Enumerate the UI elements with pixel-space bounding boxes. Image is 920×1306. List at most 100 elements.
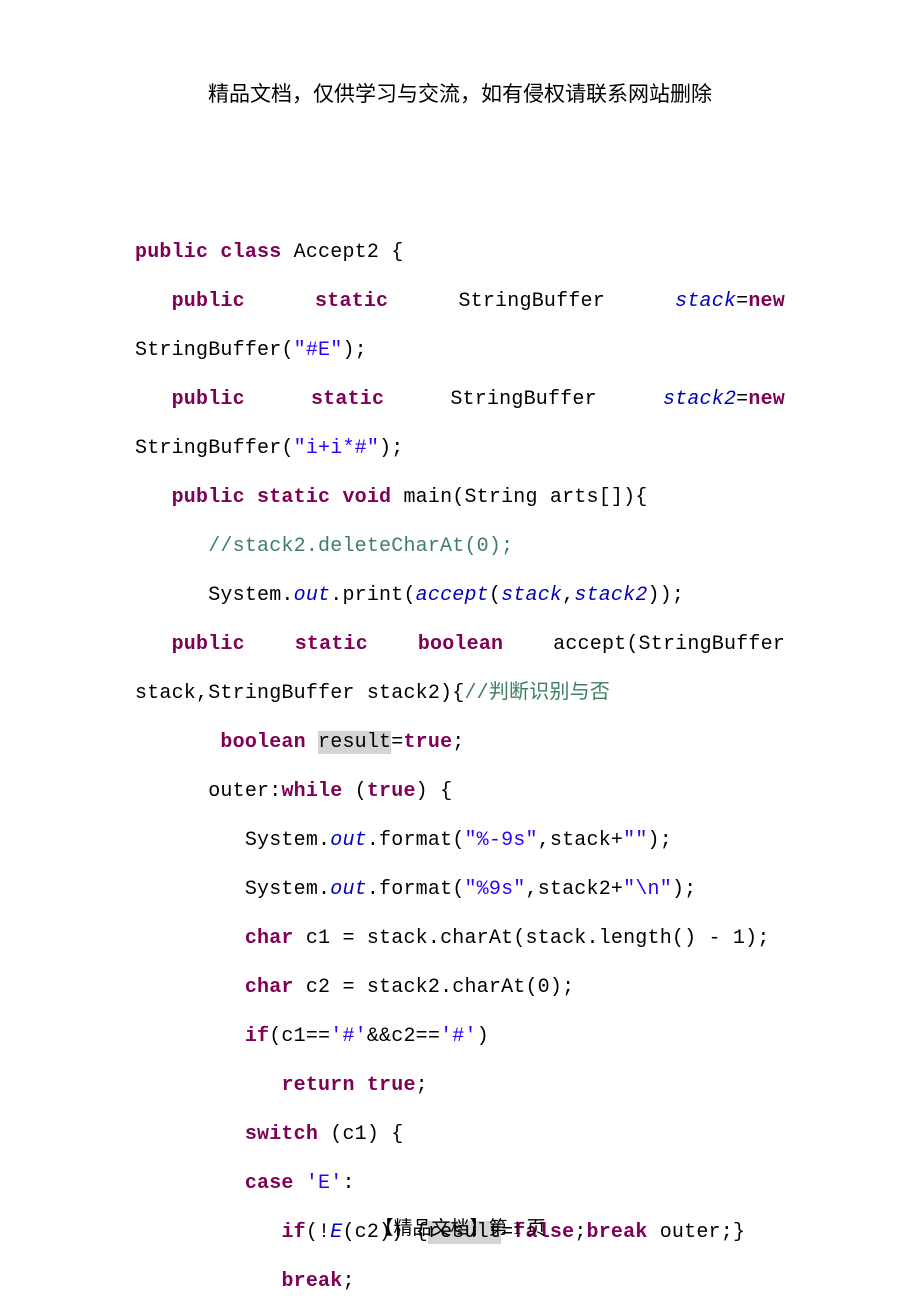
code-line: outer:while (true) { [135,767,785,816]
code-text: ,stack2+ [526,878,624,901]
code-line: public static void main(String arts[]){ [135,473,785,522]
code-text: accept(StringBuffer [553,620,785,669]
code-text: ); [648,829,672,852]
code-line: StringBuffer("#E"); [135,326,785,375]
code-line: break; [135,1257,785,1306]
keyword: boolean [220,731,305,754]
code-line: StringBuffer("i+i*#"); [135,424,785,473]
keyword: void [342,486,391,509]
code-text: ,stack+ [538,829,623,852]
string-literal: "#E" [294,339,343,362]
code-line: switch (c1) { [135,1110,785,1159]
code-text: (c1) { [318,1123,403,1146]
indent [135,486,172,509]
code-text: = [736,290,748,313]
code-text: ; [452,731,464,754]
code-text: ); [379,437,403,460]
code-text: System. [245,878,330,901]
string-literal: "%9s" [464,878,525,901]
code-text: ( [489,584,501,607]
code-text [330,486,342,509]
code-text: ) { [416,780,453,803]
code-line: publicstaticbooleanaccept(StringBuffer [135,620,785,669]
code-text: )); [648,584,685,607]
code-text: System. [245,829,330,852]
code-text: outer: [208,780,281,803]
keyword: char [245,976,294,999]
code-line: publicstaticStringBufferstack2=new [135,375,785,424]
keyword: static [311,375,384,424]
indent [135,780,208,803]
field-ref: stack [501,584,562,607]
code-line: publicstaticStringBufferstack=new [135,277,785,326]
code-text: stack,StringBuffer stack2){ [135,682,464,705]
string-literal: "\n" [623,878,672,901]
keyword: public [135,241,208,264]
page-header: 精品文档，仅供学习与交流，如有侵权请联系网站删除 [0,0,920,108]
string-literal: "i+i*#" [294,437,379,460]
code-text: StringBuffer [458,277,604,326]
code-text: c1 = stack.charAt(stack.length() - 1); [294,927,770,950]
keyword: while [281,780,342,803]
highlighted-var: result [318,731,391,754]
page-footer: 【精品文档】第 1 页 [0,1213,920,1240]
code-line: System.out.format("%9s",stack2+"\n"); [135,865,785,914]
code-line: boolean result=true; [135,718,785,767]
code-text: ) [477,1025,489,1048]
code-text: StringBuffer( [135,339,294,362]
indent [135,878,245,901]
keyword: char [245,927,294,950]
code-line: case 'E': [135,1159,785,1208]
string-literal: "" [623,829,647,852]
code-text: &&c2== [367,1025,440,1048]
keyword: static [315,277,388,326]
keyword: case [245,1172,294,1195]
field-ref: stack [675,290,736,313]
code-text: ; [342,1270,354,1293]
indent [135,1025,245,1048]
code-block: public class Accept2 { publicstaticStrin… [0,108,920,1306]
code-text [355,1074,367,1097]
keyword: true [367,780,416,803]
indent [135,1074,281,1097]
code-text: ); [672,878,696,901]
keyword: if [245,1025,269,1048]
code-text [306,731,318,754]
code-line: System.out.print(accept(stack,stack2)); [135,571,785,620]
keyword: true [367,1074,416,1097]
string-literal: "%-9s" [464,829,537,852]
code-text: ); [342,339,366,362]
code-text: : [342,1172,354,1195]
code-text: main(String arts[]){ [391,486,647,509]
code-text: = [391,731,403,754]
code-text: .format( [367,829,465,852]
string-literal: '#' [440,1025,477,1048]
keyword: true [403,731,452,754]
indent [135,731,220,754]
code-text [294,1172,306,1195]
indent [135,535,208,558]
code-line: //stack2.deleteCharAt(0); [135,522,785,571]
keyword: break [281,1270,342,1293]
indent [135,829,245,852]
code-text: StringBuffer( [135,437,294,460]
static-ref: out [294,584,331,607]
code-text: .format( [367,878,465,901]
code-text: = [736,388,748,411]
keyword: static [295,620,368,669]
indent [135,584,208,607]
code-line: char c2 = stack2.charAt(0); [135,963,785,1012]
code-text [245,486,257,509]
keyword: public [172,633,245,656]
indent [135,1172,245,1195]
indent [135,1123,245,1146]
code-line: System.out.format("%-9s",stack+""); [135,816,785,865]
comment: //判断识别与否 [464,682,610,705]
keyword: public [172,486,245,509]
string-literal: '#' [330,1025,367,1048]
string-literal: 'E' [306,1172,343,1195]
static-ref: out [330,829,367,852]
code-text: StringBuffer [450,375,596,424]
code-text: Accept2 { [281,241,403,264]
keyword: static [257,486,330,509]
